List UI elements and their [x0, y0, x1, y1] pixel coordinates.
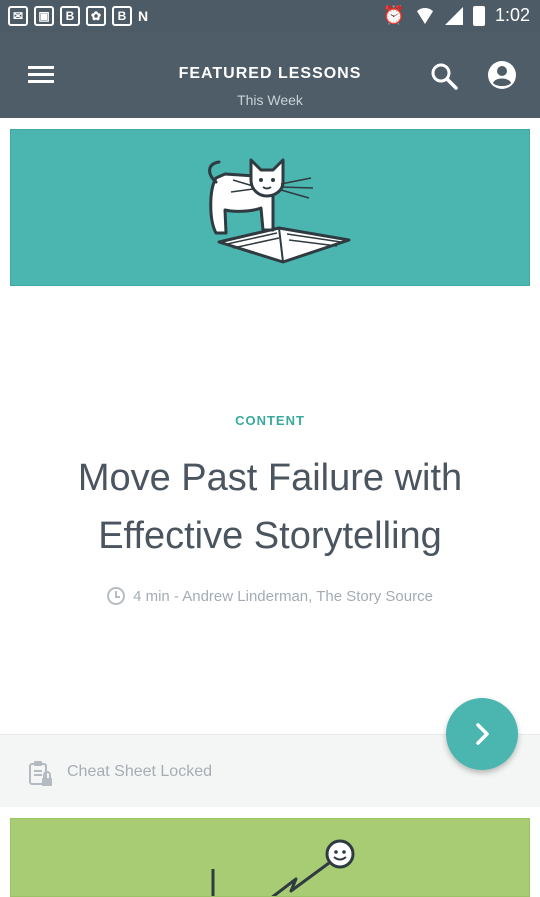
lesson-title[interactable]: Move Past Failure with Effective Storyte… [30, 449, 510, 565]
notification-icons: ✉ ▣ B ✿ B N [8, 6, 148, 26]
system-icons: ⏰ 1:02 [383, 5, 530, 26]
chevron-right-icon [476, 723, 489, 745]
next-lesson-illustration[interactable] [10, 818, 530, 897]
bold-b-icon: B [60, 6, 80, 26]
mail-icon: ✉ [8, 6, 28, 26]
page-subtitle: This Week [237, 92, 303, 108]
lesson-meta: 4 min - Andrew Linderman, The Story Sour… [0, 587, 540, 605]
n-icon: N [138, 8, 149, 24]
wifi-icon [414, 7, 435, 24]
account-circle-icon[interactable] [486, 59, 518, 91]
status-time: 1:02 [494, 5, 530, 25]
search-icon[interactable] [428, 60, 460, 92]
image-icon: ▣ [34, 6, 54, 26]
bold-b-icon: B [112, 6, 132, 26]
lesson-category: CONTENT [235, 413, 305, 428]
lesson-meta-text: 4 min - Andrew Linderman, The Story Sour… [133, 587, 433, 605]
settings-icon: ✿ [86, 6, 106, 26]
status-bar: ✉ ▣ B ✿ B N ⏰ 1:02 [0, 0, 540, 32]
next-lesson-button[interactable] [446, 698, 518, 770]
battery-icon [472, 5, 485, 26]
app-bar: FEATURED LESSONS This Week [0, 32, 540, 118]
locked-clipboard-icon [28, 760, 52, 786]
alarm-icon: ⏰ [382, 5, 405, 25]
clock-icon [107, 587, 126, 605]
signal-icon [444, 6, 463, 25]
lesson-illustration[interactable] [10, 129, 530, 286]
cheat-sheet-label: Cheat Sheet Locked [67, 763, 212, 780]
